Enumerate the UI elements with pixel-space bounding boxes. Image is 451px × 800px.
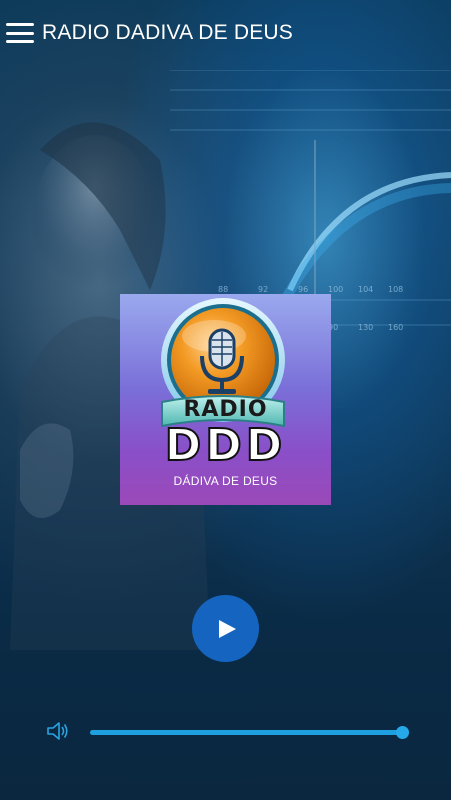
play-icon xyxy=(219,619,236,638)
dial-number: 92 xyxy=(258,285,268,294)
speaker-icon[interactable] xyxy=(46,720,70,742)
volume-slider-thumb[interactable] xyxy=(396,726,409,739)
logo-subtitle: DÁDIVA DE DEUS xyxy=(173,474,278,488)
dial-number: 160 xyxy=(388,323,403,332)
dial-number: 96 xyxy=(298,285,308,294)
dial-number: 88 xyxy=(218,285,228,294)
hamburger-menu-icon[interactable] xyxy=(6,23,34,43)
play-button[interactable] xyxy=(192,595,259,662)
dial-number: 104 xyxy=(358,285,373,294)
app-title: RADIO DADIVA DE DEUS xyxy=(42,21,293,44)
station-logo: RADIO DDD DÁDIVA DE DEUS xyxy=(120,294,331,505)
dial-number: 100 xyxy=(328,285,343,294)
volume-slider-fill xyxy=(90,730,402,735)
logo-ddd-label: DDD xyxy=(164,419,287,472)
app-header: RADIO DADIVA DE DEUS xyxy=(0,0,451,66)
volume-slider[interactable] xyxy=(90,726,409,739)
logo-radio-label: RADIO xyxy=(183,397,268,422)
dial-number: 108 xyxy=(388,285,403,294)
dial-number: 130 xyxy=(358,323,373,332)
